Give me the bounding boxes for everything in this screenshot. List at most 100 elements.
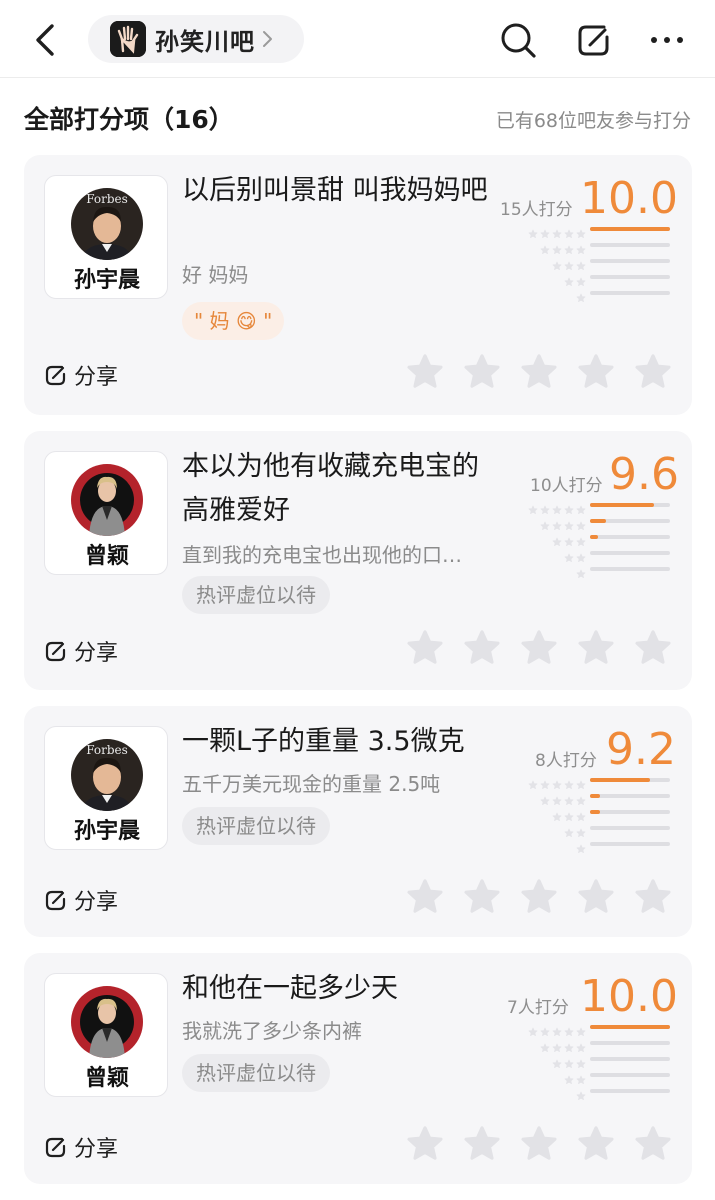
item-subtitle: 直到我的充电宝也出现他的口…	[182, 543, 462, 567]
post-edit-button[interactable]	[574, 20, 614, 60]
star-icon[interactable]	[634, 878, 672, 914]
star-icon[interactable]	[520, 353, 558, 389]
mini-star-icon	[552, 500, 562, 515]
distribution-row-1-star	[504, 1083, 674, 1101]
share-button[interactable]: 分享	[44, 359, 118, 391]
distribution-fill	[590, 503, 654, 507]
item-subtitle: 五千万美元现金的重量 2.5吨	[182, 772, 441, 796]
share-label: 分享	[74, 890, 119, 915]
star-icon[interactable]	[577, 353, 615, 389]
hand-logo-icon	[110, 21, 146, 57]
hot-comment-chip[interactable]: 热评虚位以待	[182, 807, 330, 845]
rate-stars[interactable]	[406, 353, 672, 389]
distribution-fill	[590, 794, 600, 798]
star-icon[interactable]	[634, 353, 672, 389]
mini-stars	[528, 1022, 586, 1037]
more-button[interactable]	[648, 20, 688, 60]
item-title: 本以为他有收藏充电宝的高雅爱好	[182, 451, 479, 526]
distribution-row-1-star	[504, 285, 674, 303]
star-icon[interactable]	[634, 1125, 672, 1161]
hot-comment-chip[interactable]: 热评虚位以待	[182, 576, 330, 614]
star-icon[interactable]	[520, 1125, 558, 1161]
mini-star-icon	[552, 516, 562, 531]
star-icon[interactable]	[634, 629, 672, 665]
forum-avatar	[110, 21, 146, 57]
rating-item-card[interactable]: Forbes 孙宇晨 一颗L子的重量 3.5微克 五千万美元现金的重量 2.5吨…	[24, 706, 692, 937]
mini-star-icon	[576, 224, 586, 239]
share-button[interactable]: 分享	[44, 635, 118, 667]
distribution-row-5-star	[504, 1019, 674, 1037]
svg-text:Forbes: Forbes	[86, 743, 128, 757]
share-button[interactable]: 分享	[44, 884, 118, 916]
distribution-fill	[590, 519, 606, 523]
rating-item-card[interactable]: Forbes 孙宇晨 以后别叫景甜 叫我妈妈吧 好 妈妈 " 妈 😋 " 15人…	[24, 155, 692, 415]
star-icon[interactable]	[577, 878, 615, 914]
mini-star-icon	[576, 1054, 586, 1069]
person-name: 曾颖	[84, 544, 129, 569]
back-button[interactable]	[28, 20, 64, 60]
distribution-track	[590, 535, 670, 539]
rate-stars[interactable]	[406, 629, 672, 665]
mini-star-icon	[528, 775, 538, 790]
mini-star-icon	[576, 500, 586, 515]
share-label: 分享	[74, 365, 119, 390]
chevron-right-icon	[263, 31, 272, 47]
mini-stars	[564, 1070, 586, 1085]
star-icon[interactable]	[577, 1125, 615, 1161]
star-icon[interactable]	[520, 629, 558, 665]
distribution-row-4-star	[504, 788, 674, 806]
star-icon[interactable]	[406, 1125, 444, 1161]
share-button[interactable]: 分享	[44, 1131, 118, 1163]
mini-star-icon	[564, 807, 574, 822]
rate-stars[interactable]	[406, 878, 672, 914]
distribution-row-1-star	[504, 836, 674, 854]
average-score: 9.2	[606, 724, 676, 775]
star-icon[interactable]	[463, 629, 501, 665]
forum-entry-button[interactable]: 孙笑川吧	[88, 15, 304, 63]
distribution-fill	[590, 810, 600, 814]
mini-star-icon	[540, 791, 550, 806]
star-icon[interactable]	[463, 353, 501, 389]
rate-stars[interactable]	[406, 1125, 672, 1161]
search-button[interactable]	[498, 20, 538, 60]
star-icon[interactable]	[406, 353, 444, 389]
hot-comment-chip[interactable]: 热评虚位以待	[182, 1054, 330, 1092]
mini-star-icon	[576, 807, 586, 822]
score-distribution	[504, 221, 674, 303]
item-title: 一颗L子的重量 3.5微克	[182, 726, 465, 757]
person-avatar-card: Forbes 孙宇晨	[44, 726, 168, 850]
mini-star-icon	[576, 288, 586, 303]
mini-star-icon	[576, 516, 586, 531]
share-icon	[45, 365, 66, 386]
star-icon[interactable]	[463, 878, 501, 914]
share-label: 分享	[74, 1137, 119, 1162]
mini-star-icon	[564, 1038, 574, 1053]
mini-stars	[576, 288, 586, 303]
star-icon[interactable]	[406, 629, 444, 665]
rating-item-card[interactable]: 曾颖 和他在一起多少天 我就洗了多少条内裤 热评虚位以待 7人打分 10.0 分…	[24, 953, 692, 1184]
rating-item-card[interactable]: 曾颖 本以为他有收藏充电宝的高雅爱好 直到我的充电宝也出现他的口… 热评虚位以待…	[24, 431, 692, 690]
mini-star-icon	[576, 1022, 586, 1037]
star-icon[interactable]	[520, 878, 558, 914]
chevron-left-icon	[36, 24, 54, 56]
svg-text:Forbes: Forbes	[86, 192, 128, 206]
mini-star-icon	[552, 1038, 562, 1053]
distribution-row-3-star	[504, 253, 674, 271]
mini-star-icon	[552, 807, 562, 822]
mini-star-icon	[564, 548, 574, 563]
person-avatar-card: 曾颖	[44, 451, 168, 575]
average-score: 9.6	[609, 449, 679, 500]
avatar: Forbes	[71, 188, 143, 260]
star-icon[interactable]	[463, 1125, 501, 1161]
mini-star-icon	[564, 240, 574, 255]
mini-star-icon	[564, 1054, 574, 1069]
distribution-track	[590, 1041, 670, 1045]
hot-comment-chip[interactable]: " 妈 😋 "	[182, 302, 285, 340]
distribution-track	[590, 519, 670, 523]
mini-star-icon	[576, 1086, 586, 1101]
star-icon[interactable]	[577, 629, 615, 665]
score-distribution	[504, 1019, 674, 1101]
star-icon[interactable]	[406, 878, 444, 914]
mini-star-icon	[576, 1070, 586, 1085]
mini-star-icon	[564, 224, 574, 239]
